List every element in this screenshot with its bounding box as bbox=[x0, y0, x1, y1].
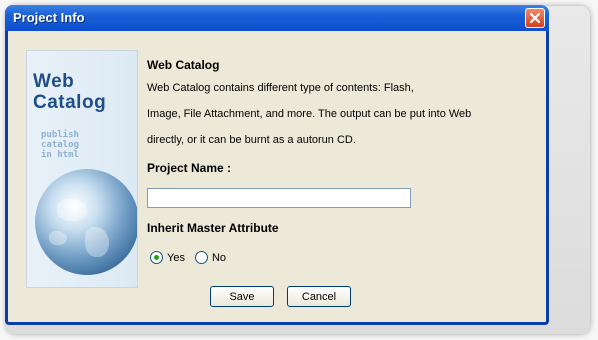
close-button[interactable] bbox=[525, 8, 545, 28]
banner-brand-line1: Web bbox=[33, 71, 75, 92]
title-bar[interactable]: Project Info bbox=[5, 5, 549, 31]
description-line3: directly, or it can be burnt as a autoru… bbox=[147, 134, 356, 146]
close-icon bbox=[529, 12, 541, 24]
globe-landmass bbox=[57, 199, 87, 221]
web-catalog-banner-image: Web Catalog publish catalog in html bbox=[26, 50, 138, 288]
radio-selected-dot bbox=[154, 255, 159, 260]
inherit-master-label: Inherit Master Attribute bbox=[147, 221, 279, 235]
banner-tagline: publish catalog in html bbox=[41, 130, 79, 160]
dialog-client-area: Web Catalog publish catalog in html Web … bbox=[8, 31, 546, 322]
globe-landmass bbox=[85, 227, 109, 257]
section-heading: Web Catalog bbox=[147, 58, 220, 72]
banner-tagline-line1: publish bbox=[41, 130, 79, 140]
radio-no[interactable] bbox=[194, 251, 208, 264]
project-name-label: Project Name : bbox=[147, 161, 232, 175]
globe-landmass bbox=[49, 231, 67, 245]
description-line1: Web Catalog contains different type of c… bbox=[147, 82, 414, 94]
inherit-radio-group: Yes No bbox=[150, 251, 226, 264]
save-button[interactable]: Save bbox=[210, 286, 274, 307]
description-line2: Image, File Attachment, and more. The ou… bbox=[147, 108, 472, 120]
globe-icon bbox=[35, 169, 137, 275]
banner-brand-line2: Catalog bbox=[33, 92, 107, 113]
radio-yes-label[interactable]: Yes bbox=[167, 252, 185, 264]
project-name-input[interactable] bbox=[147, 188, 411, 208]
dialog-window: Project Info Web Catalog publish catalog… bbox=[5, 5, 549, 325]
radio-no-label[interactable]: No bbox=[212, 252, 226, 264]
window-title: Project Info bbox=[13, 10, 85, 25]
banner-tagline-line2: catalog bbox=[41, 140, 79, 150]
cancel-button[interactable]: Cancel bbox=[287, 286, 351, 307]
banner-tagline-line3: in html bbox=[41, 150, 79, 160]
radio-yes[interactable] bbox=[150, 251, 163, 264]
